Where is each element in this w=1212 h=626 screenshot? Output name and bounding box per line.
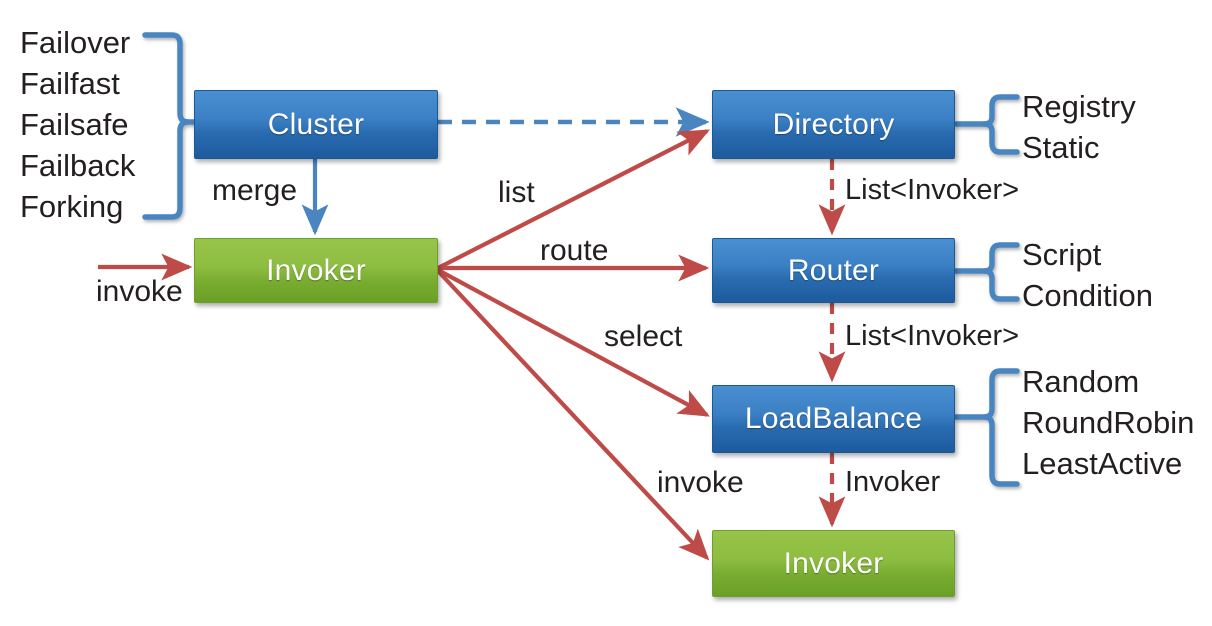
- node-router[interactable]: Router: [712, 238, 955, 303]
- edge-label-invoke-out: invoke: [657, 466, 744, 499]
- node-cluster[interactable]: Cluster: [194, 90, 438, 159]
- node-loadbalance[interactable]: LoadBalance: [712, 385, 955, 453]
- brace-items-loadbalance-impls: Random RoundRobin LeastActive: [1022, 361, 1194, 484]
- brace-cluster-strategies: [142, 32, 199, 220]
- edge-invoke-out: [436, 269, 710, 561]
- brace-item: Registry: [1022, 89, 1136, 124]
- brace-directory-impls: [953, 94, 1020, 155]
- node-router-label: Router: [787, 253, 880, 287]
- node-invoker-out[interactable]: Invoker: [712, 530, 955, 597]
- node-directory[interactable]: Directory: [712, 90, 955, 159]
- edge-label-list: list: [498, 176, 535, 209]
- brace-item: Forking: [20, 189, 124, 224]
- node-invoker-left[interactable]: Invoker: [194, 238, 438, 303]
- edge-label-lb-to-invoker: Invoker: [845, 466, 941, 498]
- brace-items-directory-impls: Registry Static: [1022, 86, 1136, 168]
- edge-label-invoke-in: invoke: [96, 275, 183, 308]
- brace-item: Failsafe: [20, 107, 129, 142]
- brace-item: Failback: [20, 148, 136, 183]
- brace-router-impls: [953, 242, 1020, 302]
- brace-loadbalance-impls: [953, 368, 1020, 487]
- edge-label-select: select: [604, 320, 683, 353]
- brace-item: Condition: [1022, 278, 1153, 313]
- brace-item: LeastActive: [1022, 446, 1183, 481]
- node-invoker-left-label: Invoker: [266, 253, 366, 287]
- node-invoker-out-label: Invoker: [783, 546, 884, 580]
- brace-items-cluster-strategies: Failover Failfast Failsafe Failback Fork…: [20, 22, 135, 227]
- node-directory-label: Directory: [772, 107, 895, 141]
- brace-item: Random: [1022, 364, 1140, 399]
- brace-item: Failfast: [20, 66, 120, 101]
- node-cluster-label: Cluster: [267, 107, 365, 141]
- node-loadbalance-label: LoadBalance: [744, 402, 923, 435]
- brace-item: RoundRobin: [1022, 405, 1195, 440]
- brace-item: Script: [1022, 237, 1102, 272]
- edge-label-dir-to-router: List<Invoker>: [845, 174, 1020, 206]
- brace-item: Static: [1022, 130, 1100, 165]
- edge-label-route: route: [540, 234, 609, 267]
- brace-item: Failover: [20, 25, 131, 60]
- edge-label-merge: merge: [212, 174, 298, 207]
- diagram-canvas: Cluster Invoker Directory Router LoadBal…: [0, 0, 1212, 626]
- edge-label-router-to-lb: List<Invoker>: [845, 320, 1020, 352]
- brace-items-router-impls: Script Condition: [1022, 234, 1153, 316]
